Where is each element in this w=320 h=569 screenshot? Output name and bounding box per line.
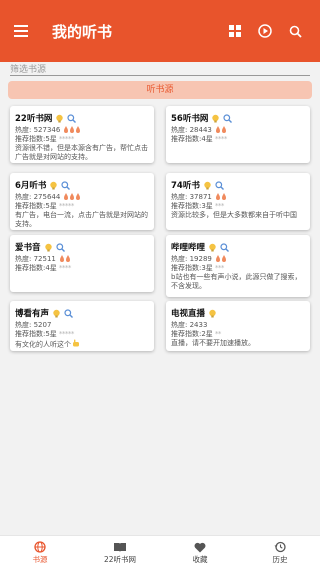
heat-value: 热度: 527346 — [15, 126, 61, 134]
search-icon — [289, 25, 302, 38]
filter-placeholder: 筛选书源 — [10, 65, 47, 75]
bulb-icon — [55, 114, 64, 123]
rating-label: 推荐指数:5星 — [15, 135, 57, 143]
heart-icon — [194, 542, 206, 552]
search-icon[interactable] — [55, 242, 65, 252]
play-button[interactable] — [250, 16, 280, 46]
grid-view-button[interactable] — [220, 16, 250, 46]
rating-stars: **** — [214, 135, 228, 143]
source-card[interactable]: 爱书音 热度: 72511 推荐指数:4星 **** — [10, 235, 154, 292]
app-bar: 我的听书 — [0, 0, 320, 62]
flame-icons — [215, 255, 227, 263]
tab-history[interactable]: 历史 — [240, 536, 320, 569]
filter-input[interactable]: 筛选书源 — [10, 60, 310, 76]
heat-value: 热度: 19289 — [171, 255, 212, 263]
history-icon — [274, 541, 286, 553]
globe-icon — [34, 541, 46, 553]
rating-label: 推荐指数:5星 — [15, 202, 57, 210]
rating-label: 推荐指数:4星 — [171, 135, 213, 143]
source-name: 56听书网 — [171, 114, 209, 124]
desc-text: 有文化的人听这个 — [15, 340, 71, 349]
source-description: 直播，请不要开加速播放。 — [171, 339, 255, 347]
rating-stars: ***** — [58, 135, 75, 143]
bulb-icon — [44, 243, 53, 252]
source-card[interactable]: 哔哩哔哩 热度: 19289 推荐指数:3星 *** b站也有一些有声小说，此源只… — [166, 235, 310, 297]
heat-value: 热度: 37871 — [171, 193, 212, 201]
source-card[interactable]: 22听书网 热度: 527346 推荐指数:5星 ***** 资源很不错，但是本源… — [10, 106, 154, 163]
source-group-button[interactable]: 听书源 — [8, 81, 312, 99]
source-description: 有文化的人听这个 — [15, 339, 149, 350]
bulb-icon — [208, 243, 217, 252]
rating-label: 推荐指数:5星 — [15, 330, 57, 338]
menu-button[interactable] — [10, 20, 32, 42]
book-icon — [114, 542, 126, 552]
rating-stars: ***** — [58, 202, 75, 210]
bottom-tab-bar: 书源 22听书网 收藏 历史 — [0, 535, 320, 569]
source-name: 6月听书 — [15, 181, 47, 191]
heat-value: 热度: 2433 — [171, 321, 208, 329]
tab-label: 书源 — [32, 555, 48, 564]
search-icon[interactable] — [220, 242, 230, 252]
rating-label: 推荐指数:3星 — [171, 202, 213, 210]
hamburger-icon — [14, 25, 28, 37]
flame-icons — [59, 255, 71, 263]
source-card[interactable]: 电视直播 热度: 2433 推荐指数:2星 ** 直播，请不要开加速播放。 — [166, 301, 310, 351]
rating-label: 推荐指数:2星 — [171, 330, 213, 338]
flame-icons — [63, 126, 81, 134]
flame-icons — [215, 126, 227, 134]
heat-value: 热度: 5207 — [15, 321, 52, 329]
rating-label: 推荐指数:4星 — [15, 264, 57, 272]
bulb-icon — [203, 181, 212, 190]
source-name: 博看有声 — [15, 309, 50, 319]
bulb-icon — [49, 181, 58, 190]
grid-icon — [229, 25, 241, 37]
source-name: 爱书音 — [15, 243, 41, 253]
search-button[interactable] — [280, 16, 310, 46]
page-title: 我的听书 — [52, 22, 113, 41]
bulb-icon — [208, 309, 217, 318]
play-circle-icon — [258, 24, 272, 38]
rating-stars: *** — [214, 264, 225, 272]
tab-label: 收藏 — [192, 555, 208, 564]
source-card[interactable]: 56听书网 热度: 28443 推荐指数:4星 **** — [166, 106, 310, 163]
search-icon[interactable] — [67, 113, 77, 123]
tab-label: 历史 — [272, 555, 288, 564]
source-card[interactable]: 博看有声 热度: 5207 推荐指数:5星 ***** 有文化的人听这个 — [10, 301, 154, 351]
heat-value: 热度: 275644 — [15, 193, 61, 201]
heat-value: 热度: 28443 — [171, 126, 212, 134]
bulb-icon — [211, 114, 220, 123]
rating-stars: ** — [214, 330, 222, 338]
bulb-icon — [52, 309, 61, 318]
tab-label: 22听书网 — [103, 555, 137, 564]
search-icon[interactable] — [223, 113, 233, 123]
flame-icons — [215, 193, 227, 201]
tab-current-source[interactable]: 22听书网 — [80, 536, 160, 569]
source-name: 22听书网 — [15, 114, 53, 124]
source-description: b站也有一些有声小说，此源只做了搜索，不含发现。 — [171, 273, 302, 290]
rating-stars: **** — [58, 264, 72, 272]
tab-favorites[interactable]: 收藏 — [160, 536, 240, 569]
search-icon[interactable] — [61, 180, 71, 190]
source-name: 74听书 — [171, 181, 200, 191]
source-card[interactable]: 6月听书 热度: 275644 推荐指数:5星 ***** 有广告，电台一流，点击… — [10, 173, 154, 230]
flame-icons — [63, 193, 81, 201]
search-icon[interactable] — [215, 180, 224, 190]
source-description: 资源很不错，但是本源含有广告，帮忙点击广告就是对网站的支持。 — [15, 144, 148, 161]
source-name: 哔哩哔哩 — [171, 243, 206, 253]
source-card[interactable]: 74听书 热度: 37871 推荐指数:3星 *** 资源比较多，但是大多数都来自… — [166, 173, 310, 230]
rating-stars: *** — [214, 202, 225, 210]
hand-icon — [72, 339, 80, 350]
tab-sources[interactable]: 书源 — [0, 536, 80, 569]
source-description: 有广告，电台一流，点击广告就是对网站的支持。 — [15, 211, 148, 228]
source-description: 资源比较多，但是大多数都来自于听中国 — [171, 211, 297, 219]
source-name: 电视直播 — [171, 309, 206, 319]
rating-label: 推荐指数:3星 — [171, 264, 213, 272]
heat-value: 热度: 72511 — [15, 255, 56, 263]
rating-stars: ***** — [58, 330, 75, 338]
search-icon[interactable] — [64, 308, 74, 318]
